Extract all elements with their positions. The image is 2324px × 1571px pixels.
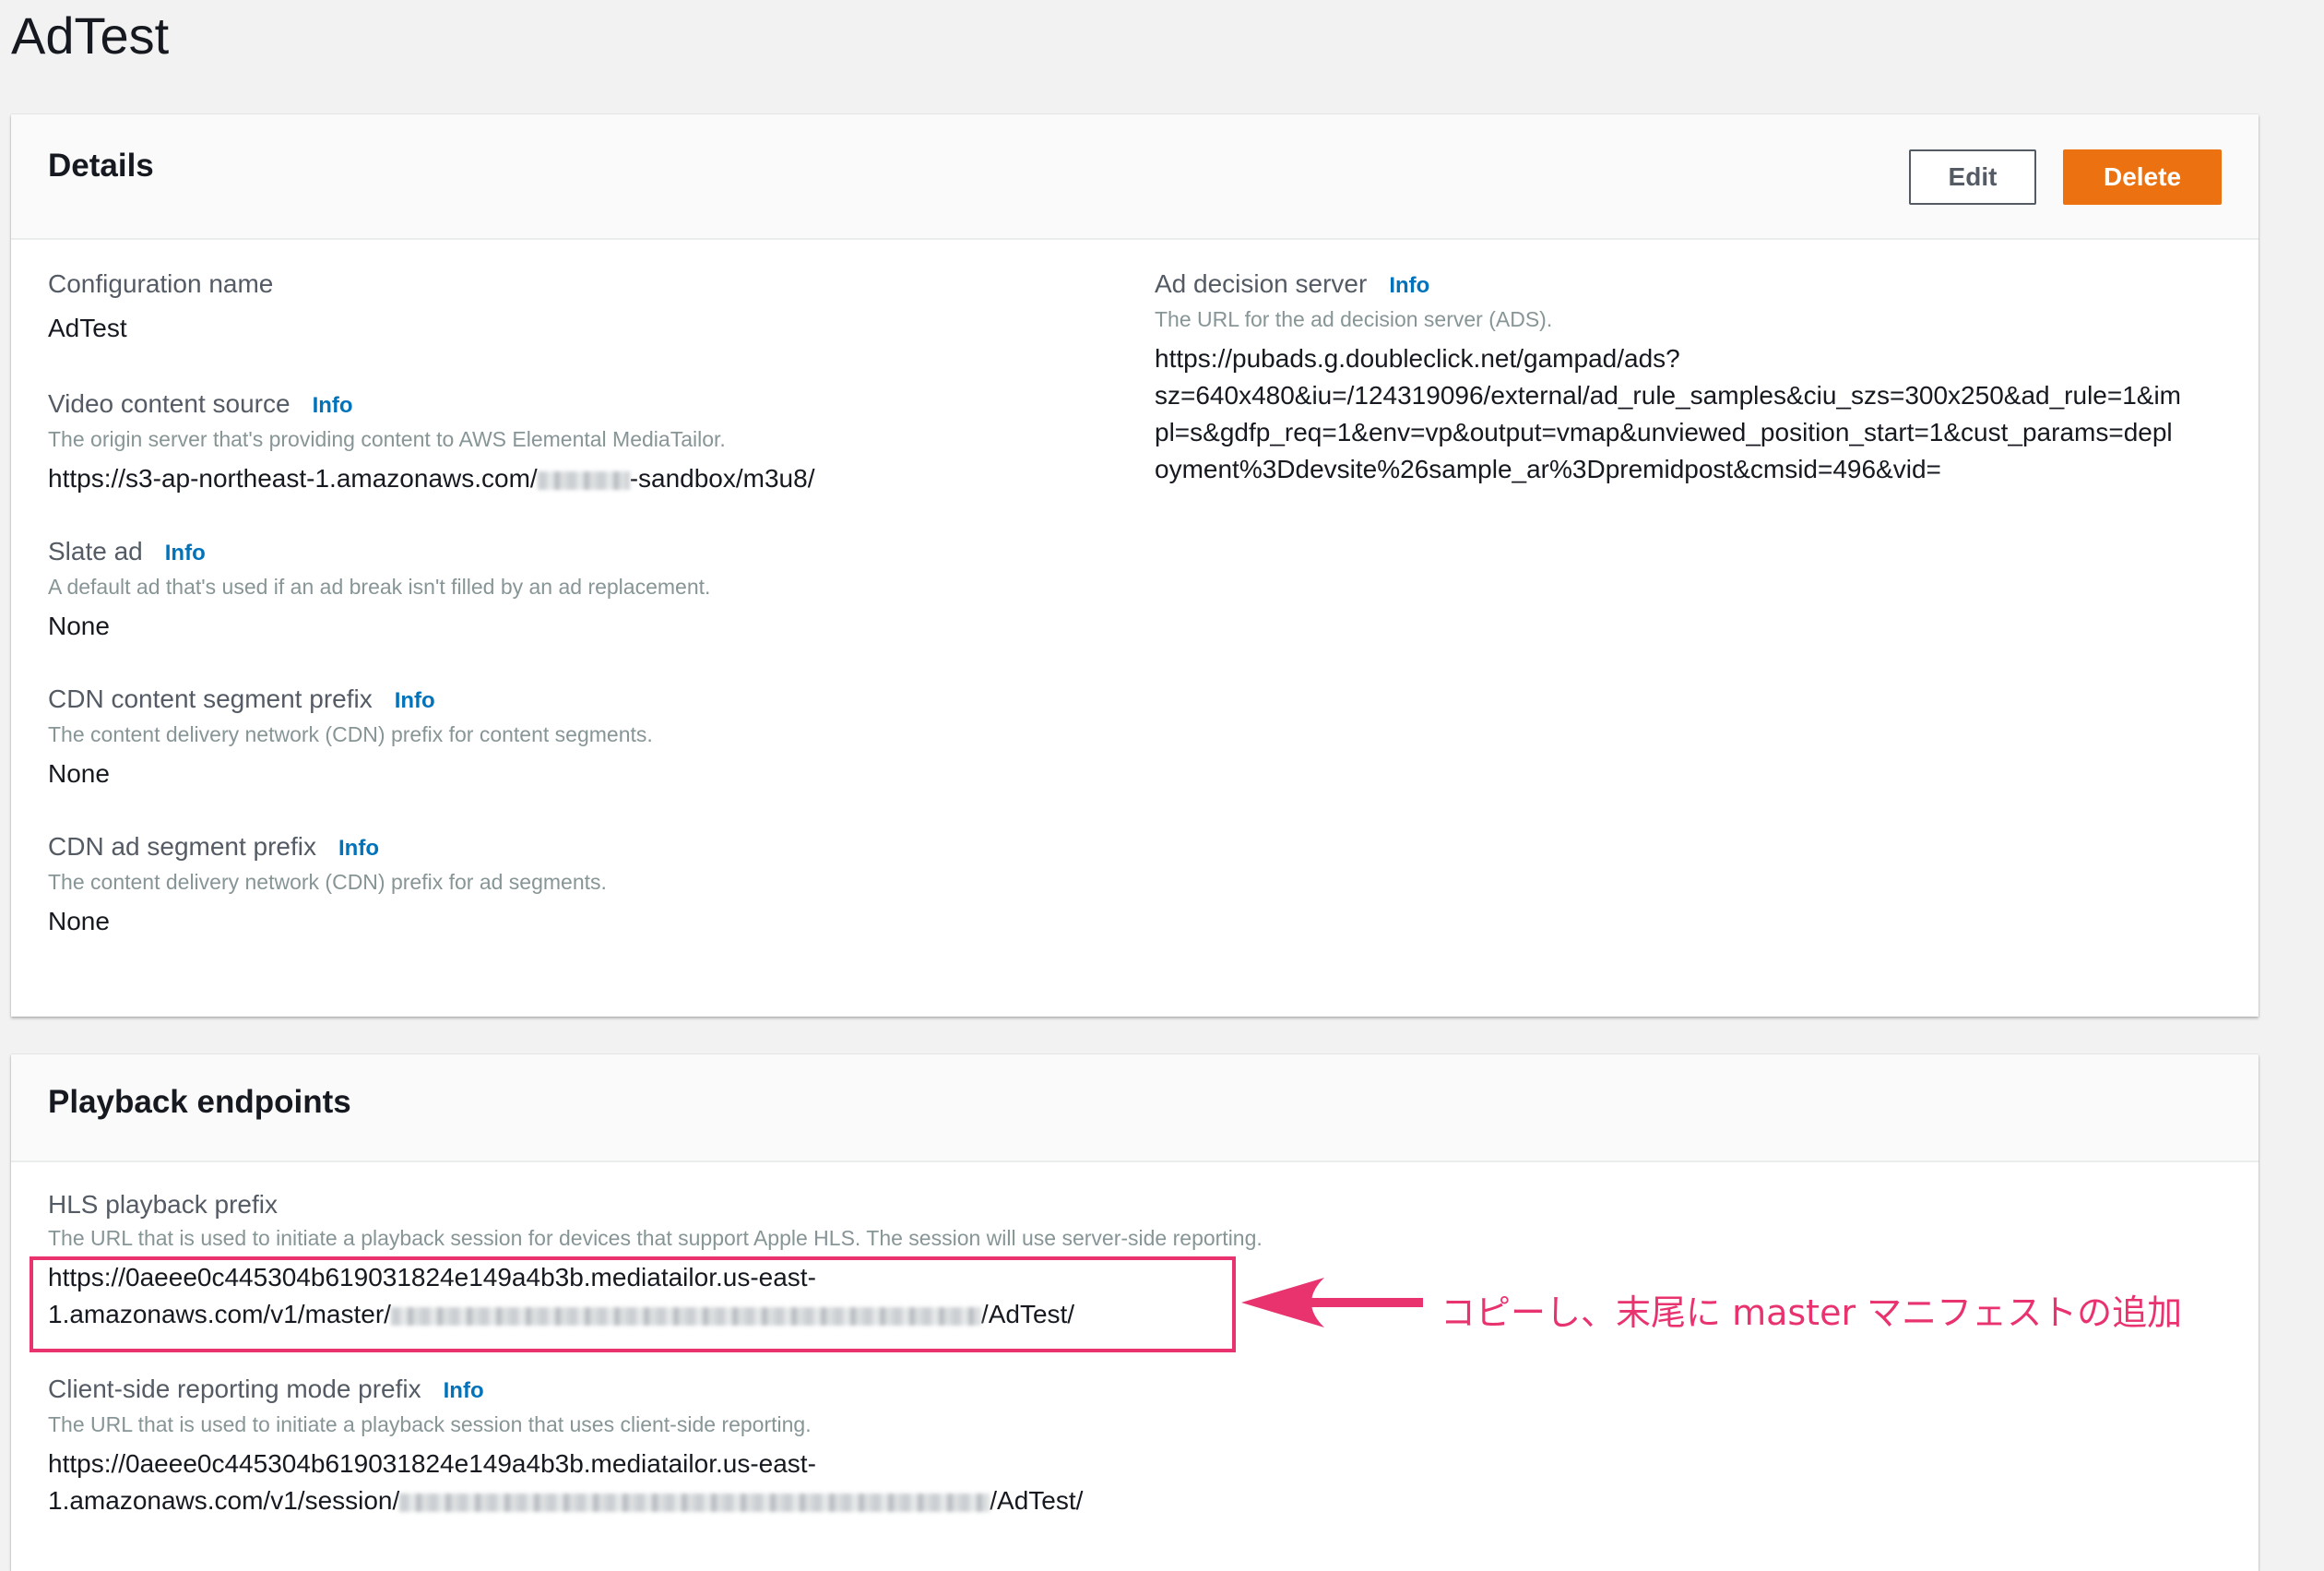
ads-url-line-1: https://pubads.g.doubleclick.net/gampad/… <box>1155 344 1680 373</box>
cdn-content-desc: The content delivery network (CDN) prefi… <box>48 722 653 746</box>
ads-info-link[interactable]: Info <box>1389 273 1429 298</box>
ads-field: Ad decision server Info The URL for the a… <box>1155 268 2243 488</box>
slate-ad-value: None <box>48 612 110 640</box>
client-side-value: https://0aeee0c445304b619031824e149a4b3b… <box>48 1446 1083 1519</box>
cdn-content-field: CDN content segment prefix Info The conte… <box>48 683 653 792</box>
client-side-url-prefix: 1.amazonaws.com/v1/session/ <box>48 1486 400 1515</box>
playback-title: Playback endpoints <box>48 1084 351 1120</box>
cdn-ad-label-text: CDN ad segment prefix <box>48 832 317 861</box>
ads-value: https://pubads.g.doubleclick.net/gampad/… <box>1155 340 2243 488</box>
video-source-label: Video content source Info <box>48 387 814 423</box>
annotation-text: コピーし、末尾に master マニフェストの追加 <box>1441 1292 2183 1333</box>
slate-ad-label-text: Slate ad <box>48 537 143 565</box>
hls-highlight-box <box>30 1256 1236 1352</box>
cdn-ad-info-link[interactable]: Info <box>338 836 379 861</box>
video-source-value: https://s3-ap-northeast-1.amazonaws.com/… <box>48 460 814 497</box>
ads-label-text: Ad decision server <box>1155 269 1368 298</box>
ads-url-line-4: oyment%3Ddevsite%26sample_ar%3Dpremidpos… <box>1155 455 1941 483</box>
client-side-url-line-1: https://0aeee0c445304b619031824e149a4b3b… <box>48 1449 816 1478</box>
client-side-field: Client-side reporting mode prefix Info Th… <box>48 1373 1083 1519</box>
client-side-url-suffix: /AdTest/ <box>990 1486 1084 1515</box>
video-source-field: Video content source Info The origin serv… <box>48 387 814 497</box>
ads-url-line-3: pl=s&gdfp_req=1&env=vp&output=vmap&unvie… <box>1155 418 2173 446</box>
client-side-url-line-2: 1.amazonaws.com/v1/session/ /AdTest/ <box>48 1482 1083 1519</box>
details-title: Details <box>48 148 154 184</box>
slate-ad-field: Slate ad Info A default ad that's used if… <box>48 535 710 645</box>
cdn-ad-value: None <box>48 907 110 935</box>
video-source-desc: The origin server that's providing conte… <box>48 427 726 451</box>
slate-ad-label: Slate ad Info <box>48 535 710 570</box>
client-side-label: Client-side reporting mode prefix Info <box>48 1373 1083 1408</box>
config-name-value: AdTest <box>48 314 127 342</box>
ads-label: Ad decision server Info <box>1155 268 2243 303</box>
cdn-content-value: None <box>48 759 110 788</box>
details-panel: Details Edit Delete Configuration name A… <box>11 114 2259 1017</box>
config-name-field: Configuration name AdTest <box>48 268 273 347</box>
delete-button[interactable]: Delete <box>2063 149 2222 205</box>
hls-desc: The URL that is used to initiate a playb… <box>48 1226 1263 1250</box>
slate-ad-desc: A default ad that's used if an ad break … <box>48 575 711 599</box>
cdn-content-info-link[interactable]: Info <box>395 688 435 713</box>
page-title: AdTest <box>11 6 170 65</box>
redacted-bucket-name <box>537 470 630 490</box>
video-source-url-prefix: https://s3-ap-northeast-1.amazonaws.com/ <box>48 464 538 493</box>
redacted-session-id <box>399 1493 990 1512</box>
client-side-label-text: Client-side reporting mode prefix <box>48 1375 421 1403</box>
edit-button[interactable]: Edit <box>1909 149 2036 205</box>
cdn-ad-desc: The content delivery network (CDN) prefi… <box>48 870 607 894</box>
cdn-content-label-text: CDN content segment prefix <box>48 684 373 713</box>
video-source-info-link[interactable]: Info <box>313 393 353 418</box>
cdn-ad-field: CDN ad segment prefix Info The content de… <box>48 830 607 940</box>
config-name-label: Configuration name <box>48 269 274 298</box>
client-side-info-link[interactable]: Info <box>444 1378 484 1403</box>
client-side-desc: The URL that is used to initiate a playb… <box>48 1412 812 1436</box>
annotation-arrow-icon <box>1241 1278 1423 1327</box>
details-header: Details Edit Delete <box>11 114 2259 240</box>
ads-url-line-2: sz=640x480&iu=/124319096/external/ad_rul… <box>1155 381 2181 410</box>
ads-desc: The URL for the ad decision server (ADS)… <box>1155 307 1553 331</box>
video-source-url-suffix: -sandbox/m3u8/ <box>629 464 815 493</box>
hls-label: HLS playback prefix <box>48 1190 279 1219</box>
cdn-content-label: CDN content segment prefix Info <box>48 683 653 718</box>
slate-ad-info-link[interactable]: Info <box>165 541 206 565</box>
playback-header: Playback endpoints <box>11 1054 2259 1162</box>
video-source-label-text: Video content source <box>48 389 290 418</box>
cdn-ad-label: CDN ad segment prefix Info <box>48 830 607 865</box>
